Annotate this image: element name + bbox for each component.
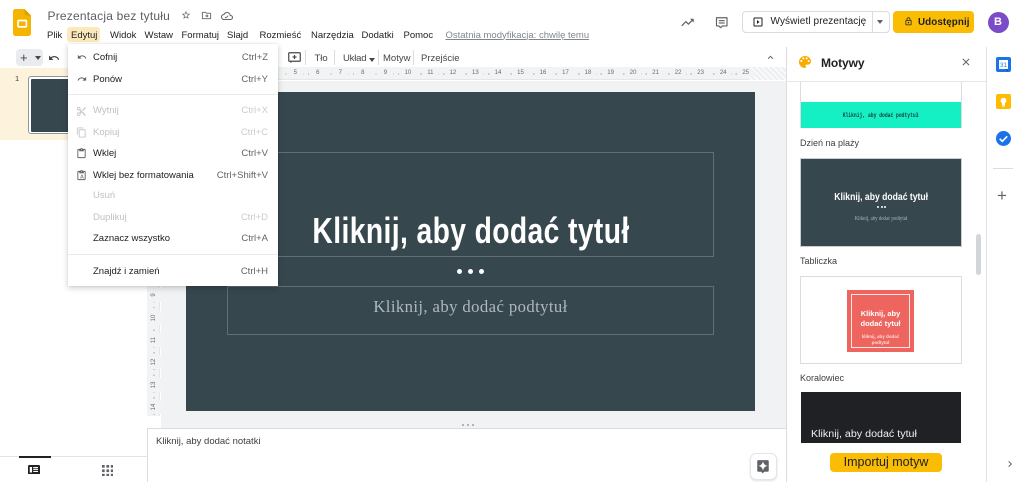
svg-text:31: 31 xyxy=(1000,63,1007,69)
svg-text:A: A xyxy=(80,175,84,181)
